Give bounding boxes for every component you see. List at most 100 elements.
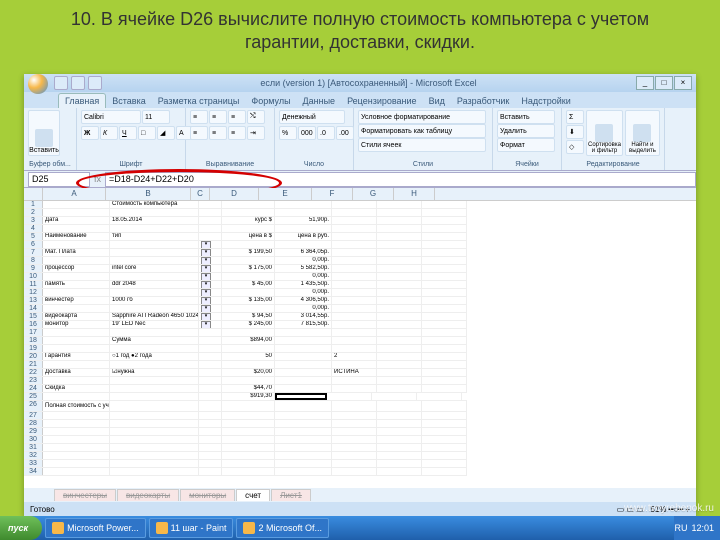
cell[interactable]: [332, 420, 377, 427]
cell[interactable]: [422, 217, 467, 224]
cell[interactable]: память: [43, 281, 110, 288]
cell[interactable]: [422, 377, 467, 384]
cell[interactable]: [110, 420, 199, 427]
cell[interactable]: [222, 401, 275, 411]
cell[interactable]: [222, 225, 275, 232]
sort-filter[interactable]: Сортировка и фильтр: [586, 110, 623, 156]
fill-button[interactable]: ◢: [157, 126, 175, 140]
table-row[interactable]: 9процессорintel core▾$ 175,005 582,50р.: [24, 265, 467, 273]
cell[interactable]: [222, 428, 275, 435]
cell[interactable]: [275, 369, 332, 376]
cell[interactable]: [43, 209, 110, 216]
table-row[interactable]: 12▾0,00р.: [24, 289, 467, 297]
cell[interactable]: [110, 273, 199, 280]
cell[interactable]: [275, 329, 332, 336]
dropdown-icon[interactable]: ▾: [201, 297, 211, 304]
cell[interactable]: [332, 385, 377, 392]
cell[interactable]: [422, 353, 467, 360]
cell[interactable]: [332, 217, 377, 224]
cell[interactable]: [377, 225, 422, 232]
cell[interactable]: [377, 321, 422, 328]
cell[interactable]: [332, 361, 377, 368]
cell[interactable]: [43, 412, 110, 419]
table-row[interactable]: 29: [24, 428, 467, 436]
task-item[interactable]: Microsoft Power...: [45, 518, 146, 538]
cell-styles[interactable]: Стили ячеек: [358, 138, 486, 152]
table-row[interactable]: 15видеокартаSapphire ATI Radeon 4650 102…: [24, 313, 467, 321]
cell[interactable]: Стоимость компьютера: [110, 201, 199, 208]
cell[interactable]: [199, 361, 222, 368]
cell[interactable]: $894,00: [222, 337, 275, 344]
tab-view[interactable]: Вид: [423, 94, 451, 108]
cell[interactable]: [222, 257, 275, 264]
cell[interactable]: [377, 345, 422, 352]
cell[interactable]: [332, 345, 377, 352]
cell[interactable]: [422, 329, 467, 336]
cell[interactable]: [377, 361, 422, 368]
cell[interactable]: 1000 гб: [110, 297, 199, 304]
cell[interactable]: [43, 452, 110, 459]
tab-developer[interactable]: Разработчик: [451, 94, 515, 108]
cell[interactable]: $ 199,50: [222, 249, 275, 256]
cell[interactable]: [110, 436, 199, 443]
cell[interactable]: [377, 233, 422, 240]
bold-button[interactable]: Ж: [81, 126, 99, 140]
cell[interactable]: [332, 249, 377, 256]
cell[interactable]: [199, 345, 222, 352]
cell[interactable]: ddr 2048: [110, 281, 199, 288]
cell[interactable]: [110, 289, 199, 296]
cell[interactable]: [377, 241, 422, 248]
cell[interactable]: [377, 377, 422, 384]
tab-formulas[interactable]: Формулы: [245, 94, 296, 108]
cell[interactable]: [332, 412, 377, 419]
cell[interactable]: [332, 428, 377, 435]
cell[interactable]: [275, 337, 332, 344]
cell[interactable]: цена в $: [222, 233, 275, 240]
cell[interactable]: [110, 345, 199, 352]
cell[interactable]: [199, 385, 222, 392]
cell[interactable]: [43, 225, 110, 232]
cell[interactable]: [110, 412, 199, 419]
clock[interactable]: 12:01: [691, 523, 714, 533]
italic-button[interactable]: К: [100, 126, 118, 140]
cell[interactable]: ▾: [199, 305, 222, 312]
cell[interactable]: [110, 257, 199, 264]
table-row[interactable]: 19: [24, 345, 467, 353]
conditional-formatting[interactable]: Условное форматирование: [358, 110, 486, 124]
cell[interactable]: [43, 337, 110, 344]
cell[interactable]: [199, 329, 222, 336]
cell[interactable]: ☑нужна: [110, 369, 199, 376]
table-row[interactable]: 31: [24, 444, 467, 452]
cell[interactable]: [199, 369, 222, 376]
cell[interactable]: [222, 412, 275, 419]
cell[interactable]: [422, 313, 467, 320]
tab-data[interactable]: Данные: [297, 94, 342, 108]
cell[interactable]: [422, 361, 467, 368]
cell[interactable]: Доставка: [43, 369, 110, 376]
cell[interactable]: [377, 369, 422, 376]
cell[interactable]: [377, 209, 422, 216]
cell[interactable]: [377, 460, 422, 467]
table-row[interactable]: 24Скидка$44,70: [24, 385, 467, 393]
cell[interactable]: [332, 201, 377, 208]
cell[interactable]: ▾: [199, 249, 222, 256]
cell[interactable]: [422, 281, 467, 288]
cell[interactable]: [422, 401, 467, 411]
table-row[interactable]: 4: [24, 225, 467, 233]
cell[interactable]: [43, 444, 110, 451]
cell[interactable]: [372, 393, 417, 400]
table-row[interactable]: 22Доставка☑нужна$20,00ИСТИНА: [24, 369, 467, 377]
table-row[interactable]: 1Стоимость компьютера: [24, 201, 467, 209]
cell[interactable]: ▾: [199, 281, 222, 288]
cell[interactable]: [422, 412, 467, 419]
cell[interactable]: [199, 460, 222, 467]
cell[interactable]: [110, 393, 199, 400]
cell[interactable]: курс $: [222, 217, 275, 224]
cell[interactable]: [222, 345, 275, 352]
cell[interactable]: [422, 420, 467, 427]
table-row[interactable]: 23: [24, 377, 467, 385]
cell[interactable]: [110, 401, 199, 411]
cell[interactable]: $ 94,50: [222, 313, 275, 320]
cell[interactable]: [110, 377, 199, 384]
font-size[interactable]: 11: [142, 110, 170, 124]
